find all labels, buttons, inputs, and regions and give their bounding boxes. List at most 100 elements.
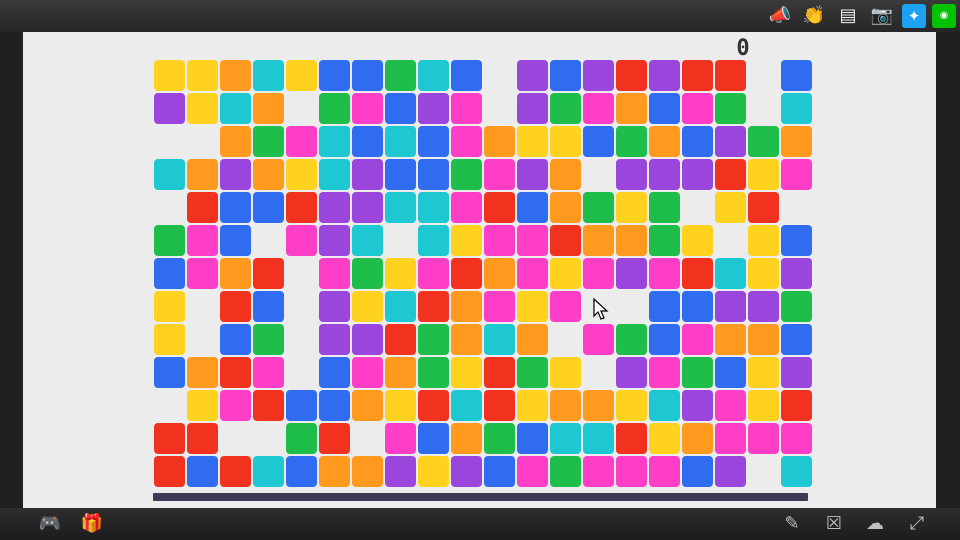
tile[interactable] [781,291,812,322]
tile[interactable] [154,423,185,454]
game-canvas[interactable]: 0 [23,32,936,508]
tile[interactable] [154,258,185,289]
tile[interactable] [682,390,713,421]
tile[interactable] [187,423,218,454]
megaphone-icon[interactable]: 📣 [766,2,794,30]
tile[interactable] [220,126,251,157]
tile[interactable] [781,159,812,190]
tile[interactable] [649,357,680,388]
tile[interactable] [616,192,647,223]
tile[interactable] [682,423,713,454]
tile[interactable] [451,291,482,322]
tile[interactable] [154,324,185,355]
tile[interactable] [715,126,746,157]
tile[interactable] [319,60,350,91]
camera-icon[interactable]: 📷 [868,2,896,30]
tile[interactable] [748,324,779,355]
tile[interactable] [484,390,515,421]
tile[interactable] [649,159,680,190]
tile[interactable] [649,225,680,256]
tile[interactable] [682,93,713,124]
tile[interactable] [616,126,647,157]
tile[interactable] [517,357,548,388]
tile[interactable] [319,93,350,124]
tile[interactable] [418,258,449,289]
tile[interactable] [649,390,680,421]
tile[interactable] [418,126,449,157]
tile[interactable] [517,324,548,355]
tile[interactable] [187,60,218,91]
tile[interactable] [484,159,515,190]
tile[interactable] [517,456,548,487]
tile[interactable] [253,456,284,487]
tile[interactable] [517,159,548,190]
tile[interactable] [253,126,284,157]
tile[interactable] [583,390,614,421]
tile[interactable] [517,192,548,223]
tile[interactable] [682,357,713,388]
tile[interactable] [352,60,383,91]
tile[interactable] [517,390,548,421]
tile[interactable] [517,423,548,454]
tile[interactable] [418,192,449,223]
tile[interactable] [484,324,515,355]
tile[interactable] [385,324,416,355]
tile[interactable] [715,423,746,454]
tile[interactable] [616,456,647,487]
tile[interactable] [385,126,416,157]
tile[interactable] [418,291,449,322]
tile[interactable] [220,93,251,124]
tile[interactable] [253,357,284,388]
tile[interactable] [253,159,284,190]
tile[interactable] [484,192,515,223]
tile[interactable] [649,192,680,223]
tile[interactable] [385,192,416,223]
tile[interactable] [550,258,581,289]
tile[interactable] [352,357,383,388]
tile[interactable] [748,126,779,157]
tile[interactable] [616,225,647,256]
tile[interactable] [682,159,713,190]
tile[interactable] [187,159,218,190]
tile[interactable] [550,390,581,421]
tile[interactable] [187,258,218,289]
tile[interactable] [253,60,284,91]
tile[interactable] [451,456,482,487]
tile[interactable] [418,390,449,421]
tile[interactable] [253,93,284,124]
tile[interactable] [319,159,350,190]
tile[interactable] [715,456,746,487]
tile[interactable] [187,225,218,256]
tile[interactable] [484,291,515,322]
tile[interactable] [286,225,317,256]
tile[interactable] [220,357,251,388]
tile[interactable] [418,159,449,190]
tile[interactable] [418,456,449,487]
tile[interactable] [715,258,746,289]
tile[interactable] [451,258,482,289]
tile[interactable] [319,423,350,454]
tile[interactable] [220,225,251,256]
tile[interactable] [319,126,350,157]
tile[interactable] [484,456,515,487]
tile[interactable] [517,258,548,289]
tile[interactable] [649,126,680,157]
add-playlist-icon[interactable]: ▤ [834,2,862,30]
tile[interactable] [781,60,812,91]
tile[interactable] [682,126,713,157]
tile[interactable] [550,225,581,256]
tile[interactable] [517,126,548,157]
tile[interactable] [253,324,284,355]
tile[interactable] [418,60,449,91]
tile[interactable] [187,456,218,487]
close-comment-icon[interactable]: ☒ [821,512,847,536]
line-icon[interactable]: ◉ [932,4,956,28]
tile[interactable] [154,357,185,388]
tile[interactable] [451,423,482,454]
tile[interactable] [451,357,482,388]
tile[interactable] [253,192,284,223]
tile[interactable] [220,456,251,487]
tile[interactable] [319,225,350,256]
tile[interactable] [583,225,614,256]
tile[interactable] [583,456,614,487]
